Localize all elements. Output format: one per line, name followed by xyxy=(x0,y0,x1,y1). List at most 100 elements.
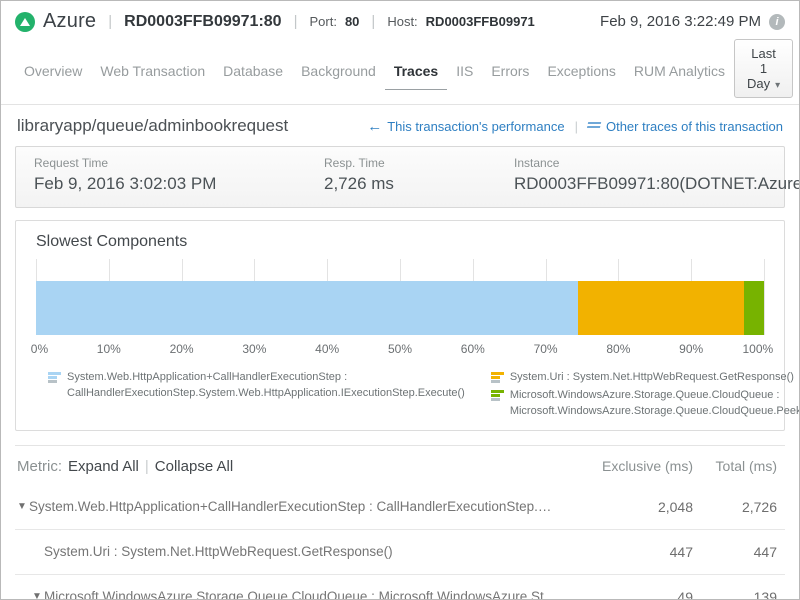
legend-item: System.Web.HttpApplication+CallHandlerEx… xyxy=(48,370,465,402)
table-row[interactable]: ▼Microsoft.WindowsAzure.Storage.Queue.Cl… xyxy=(15,574,785,600)
resp-time-block: Resp. Time 2,726 ms xyxy=(324,156,514,194)
chart-plot-area xyxy=(36,259,764,335)
legend-column-right: System.Uri : System.Net.HttpWebRequest.G… xyxy=(491,370,800,420)
trace-summary-panel: Request Time Feb 9, 2016 3:02:03 PM Resp… xyxy=(15,146,785,208)
transaction-performance-label: This transaction's performance xyxy=(387,119,564,134)
tab-web-transaction[interactable]: Web Transaction xyxy=(91,55,214,89)
total-ms: 139 xyxy=(693,589,777,600)
axis-tick-label: 90% xyxy=(679,342,703,356)
instance-label: Instance xyxy=(514,156,800,170)
request-time-label: Request Time xyxy=(34,156,324,170)
tab-exceptions[interactable]: Exceptions xyxy=(538,55,624,89)
metric-label: Metric: xyxy=(17,458,62,475)
col-header-total: Total (ms) xyxy=(693,458,777,474)
total-ms: 447 xyxy=(693,544,777,560)
resp-time-value: 2,726 ms xyxy=(324,174,514,194)
metric-table: ▼System.Web.HttpApplication+CallHandlerE… xyxy=(15,485,785,600)
instance-value: RD0003FFB09971:80(DOTNET:AzureTest) xyxy=(514,174,800,194)
nav-controls: Last 1 Day▾ ≡ xyxy=(734,39,800,104)
legend-swatch xyxy=(491,372,504,383)
metric-controls: Metric: Expand All | Collapse All xyxy=(17,458,233,475)
legend-item: Microsoft.WindowsAzure.Storage.Queue.Clo… xyxy=(491,388,800,420)
chevron-down-icon: ▾ xyxy=(770,80,780,91)
table-row[interactable]: System.Uri : System.Net.HttpWebRequest.G… xyxy=(15,529,785,574)
trace-list-icon xyxy=(588,121,601,132)
time-range-dropdown[interactable]: Last 1 Day▾ xyxy=(734,39,793,98)
axis-tick-label: 100% xyxy=(743,342,774,356)
instance-id: RD0003FFB09971:80 xyxy=(124,13,281,31)
axis-tick-label: 20% xyxy=(170,342,194,356)
collapse-triangle-icon[interactable]: ▼ xyxy=(17,501,27,512)
bar-segment-2[interactable] xyxy=(578,281,744,335)
chart-legend: System.Web.HttpApplication+CallHandlerEx… xyxy=(36,370,764,420)
tab-background[interactable]: Background xyxy=(292,55,385,89)
transaction-name: libraryapp/queue/adminbookrequest xyxy=(17,116,288,136)
exclusive-ms: 447 xyxy=(573,544,693,560)
axis-tick-label: 30% xyxy=(242,342,266,356)
bar-segment-3[interactable] xyxy=(744,281,764,335)
separator: | xyxy=(367,13,379,30)
chart-title: Slowest Components xyxy=(36,233,764,251)
legend-label: System.Uri : System.Net.HttpWebRequest.G… xyxy=(510,370,794,386)
metric-name: ▼System.Web.HttpApplication+CallHandlerE… xyxy=(17,499,573,514)
legend-item: System.Uri : System.Net.HttpWebRequest.G… xyxy=(491,370,800,386)
stacked-bar xyxy=(36,281,764,335)
app-title[interactable]: Azure xyxy=(43,10,96,33)
legend-swatch xyxy=(48,372,61,383)
host-label: Host: xyxy=(387,14,417,29)
legend-swatch xyxy=(491,390,504,401)
separator: | xyxy=(104,13,116,30)
axis-tick-label: 50% xyxy=(388,342,412,356)
transaction-header: libraryapp/queue/adminbookrequest ← This… xyxy=(15,105,785,146)
tab-errors[interactable]: Errors xyxy=(482,55,538,89)
chart-ticks: 0%10%20%30%40%50%60%70%80%90%100% xyxy=(36,342,764,358)
axis-tick-label: 0% xyxy=(31,342,48,356)
metric-name-text: System.Web.HttpApplication+CallHandlerEx… xyxy=(29,499,573,514)
metric-values: 49139 xyxy=(573,589,777,600)
other-traces-link[interactable]: Other traces of this transaction xyxy=(588,119,783,134)
slowest-components-panel: Slowest Components 0%10%20%30%40%50%60%7… xyxy=(15,220,785,431)
top-header: Azure | RD0003FFB09971:80 | Port: 80 | Ho… xyxy=(1,1,799,39)
tab-traces[interactable]: Traces xyxy=(385,55,447,90)
instance-block: Instance RD0003FFB09971:80(DOTNET:AzureT… xyxy=(514,156,800,194)
metric-name: System.Uri : System.Net.HttpWebRequest.G… xyxy=(17,544,573,559)
metric-values: 447447 xyxy=(573,544,777,560)
other-traces-label: Other traces of this transaction xyxy=(606,119,783,134)
main-content: libraryapp/queue/adminbookrequest ← This… xyxy=(1,105,799,600)
breadcrumb: Azure | RD0003FFB09971:80 | Port: 80 | Ho… xyxy=(15,10,535,33)
port-value: 80 xyxy=(345,14,359,29)
tab-iis[interactable]: IIS xyxy=(447,55,482,89)
nav-tabs: Overview Web Transaction Database Backgr… xyxy=(15,55,734,89)
total-ms: 2,726 xyxy=(693,499,777,515)
app-window: Azure | RD0003FFB09971:80 | Port: 80 | Ho… xyxy=(0,0,800,600)
separator: | xyxy=(145,458,149,475)
expand-all-link[interactable]: Expand All xyxy=(68,458,139,475)
metric-table-header: Metric: Expand All | Collapse All Exclus… xyxy=(15,445,785,485)
health-status-icon xyxy=(15,12,35,32)
legend-label: System.Web.HttpApplication+CallHandlerEx… xyxy=(67,370,465,402)
separator: | xyxy=(290,13,302,30)
info-icon[interactable]: i xyxy=(769,14,785,30)
metric-name-text: System.Uri : System.Net.HttpWebRequest.G… xyxy=(44,544,393,559)
legend-column-left: System.Web.HttpApplication+CallHandlerEx… xyxy=(48,370,465,420)
col-header-exclusive: Exclusive (ms) xyxy=(573,458,693,474)
axis-tick-label: 70% xyxy=(534,342,558,356)
collapse-all-link[interactable]: Collapse All xyxy=(155,458,233,475)
axis-tick-label: 10% xyxy=(97,342,121,356)
tab-database[interactable]: Database xyxy=(214,55,292,89)
table-row[interactable]: ▼System.Web.HttpApplication+CallHandlerE… xyxy=(15,485,785,529)
metric-values: 2,0482,726 xyxy=(573,499,777,515)
separator: | xyxy=(575,119,578,134)
bar-segment-1[interactable] xyxy=(36,281,578,335)
nav-bar: Overview Web Transaction Database Backgr… xyxy=(1,39,799,105)
legend-label: Microsoft.WindowsAzure.Storage.Queue.Clo… xyxy=(510,388,800,420)
exclusive-ms: 49 xyxy=(573,589,693,600)
port-label: Port: xyxy=(309,14,336,29)
collapse-triangle-icon[interactable]: ▼ xyxy=(32,591,42,600)
tab-overview[interactable]: Overview xyxy=(15,55,91,89)
transaction-performance-link[interactable]: ← This transaction's performance xyxy=(367,118,564,135)
gridline xyxy=(764,259,765,335)
request-time-block: Request Time Feb 9, 2016 3:02:03 PM xyxy=(34,156,324,194)
status-arrow-icon xyxy=(20,18,30,26)
tab-rum-analytics[interactable]: RUM Analytics xyxy=(625,55,734,89)
